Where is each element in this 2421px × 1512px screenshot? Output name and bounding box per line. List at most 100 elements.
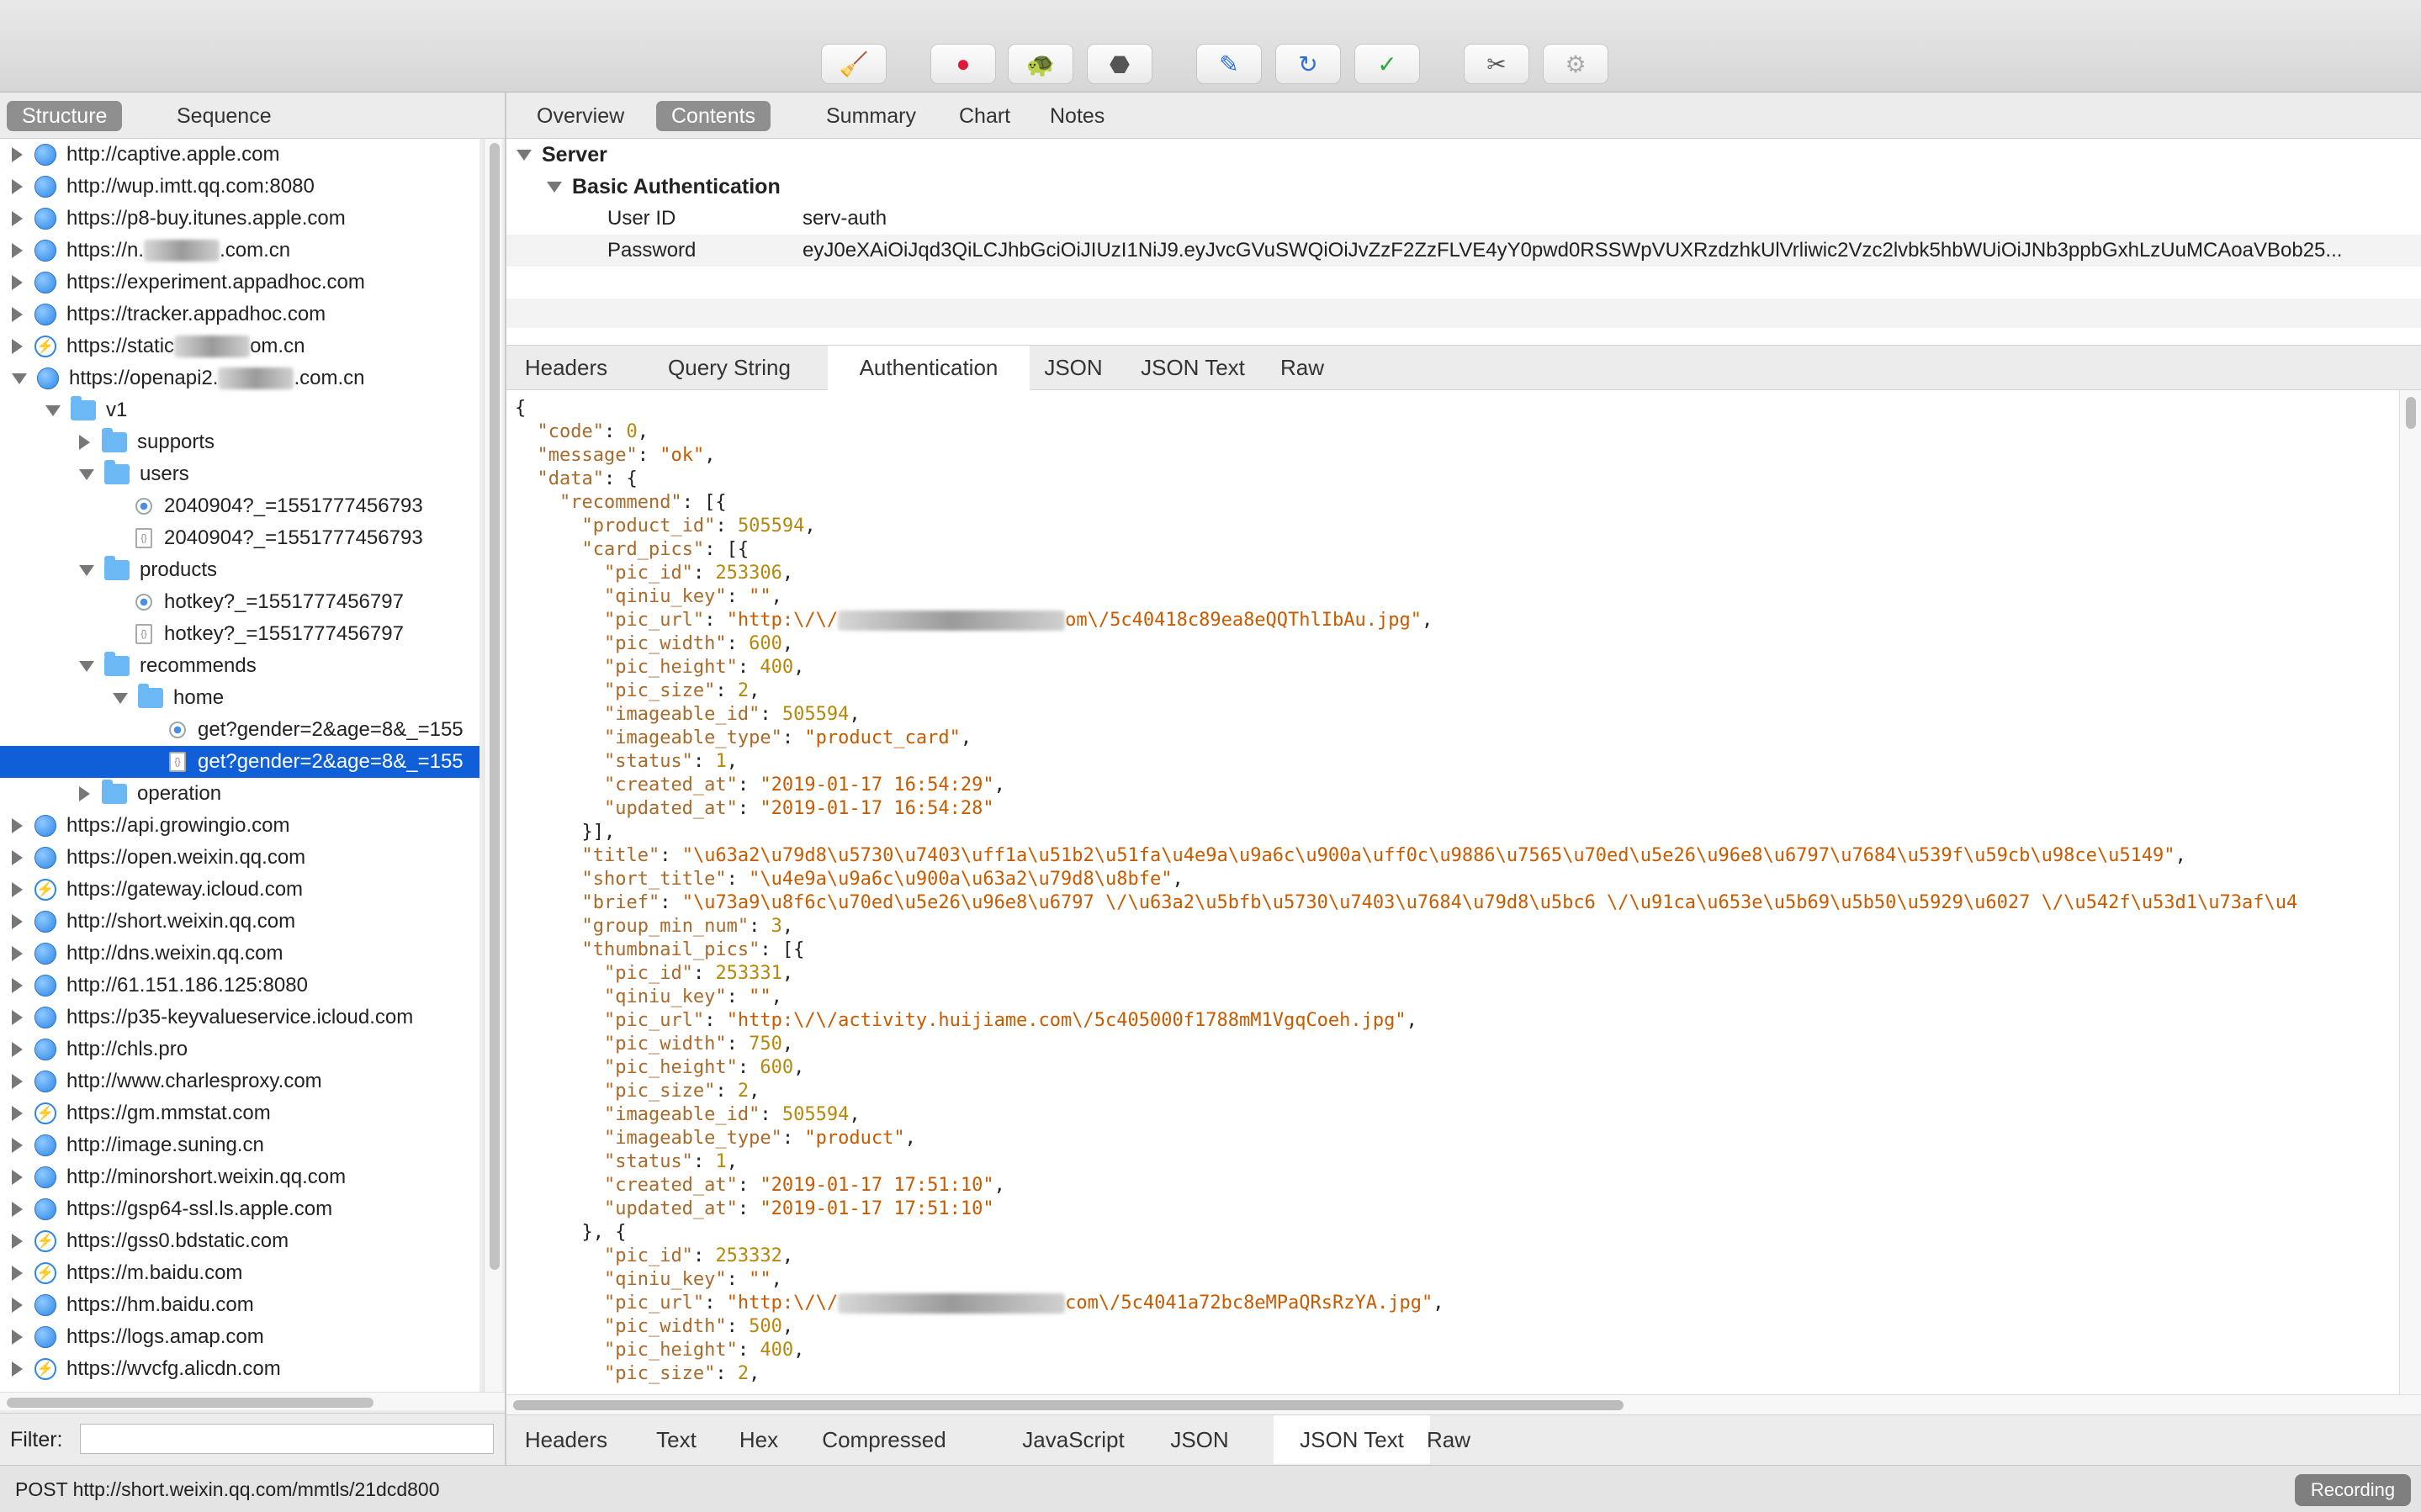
tab-chart[interactable]: Chart bbox=[944, 101, 1025, 131]
server-row[interactable]: Server bbox=[506, 139, 2421, 171]
host-row[interactable]: ⚡ https://m.baidu.com bbox=[0, 1257, 479, 1289]
tab-structure[interactable]: Structure bbox=[7, 101, 123, 131]
folder-row[interactable]: products bbox=[0, 554, 479, 586]
disclosure-closed-icon[interactable] bbox=[12, 1361, 23, 1377]
disclosure-closed-icon[interactable] bbox=[12, 339, 23, 354]
disclosure-open-icon[interactable] bbox=[113, 692, 128, 704]
folder-row[interactable]: operation bbox=[0, 778, 479, 810]
json-vertical-scroll-thumb[interactable] bbox=[2406, 397, 2416, 429]
host-row[interactable]: http://dns.weixin.qq.com bbox=[0, 938, 479, 970]
turtle-button[interactable]: 🐢 bbox=[1008, 44, 1073, 84]
check-button[interactable]: ✓ bbox=[1354, 44, 1420, 84]
request-tab-json-text[interactable]: JSON Text bbox=[1134, 346, 1252, 390]
stop-button[interactable]: ⬣ bbox=[1087, 44, 1152, 84]
auth-row-password[interactable]: Password eyJ0eXAiOiJqd3QiLCJhbGciOiJIUzI… bbox=[506, 235, 2421, 267]
host-row[interactable]: ⚡ https://gss0.bdstatic.com bbox=[0, 1225, 479, 1257]
disclosure-open-icon[interactable] bbox=[79, 564, 94, 576]
request-tab-json[interactable]: JSON bbox=[1031, 346, 1115, 390]
server-disclosure-icon[interactable] bbox=[517, 149, 532, 161]
folder-row[interactable]: recommends bbox=[0, 650, 479, 682]
request-row[interactable]: get?gender=2&age=8&_=155 bbox=[0, 714, 479, 746]
request-tab-headers[interactable]: Headers bbox=[506, 346, 626, 390]
disclosure-open-icon[interactable] bbox=[45, 404, 61, 416]
request-row[interactable]: {} get?gender=2&age=8&_=155 bbox=[0, 746, 479, 778]
request-row[interactable]: {} 2040904?_=1551777456793 bbox=[0, 522, 479, 554]
disclosure-open-icon[interactable] bbox=[12, 373, 27, 384]
response-tab-headers[interactable]: Headers bbox=[506, 1415, 626, 1464]
json-horizontal-scrollbar[interactable] bbox=[506, 1394, 2421, 1414]
host-row[interactable]: https://n. .com.cn bbox=[0, 235, 479, 267]
recording-button[interactable]: Recording bbox=[2295, 1474, 2411, 1506]
host-row[interactable]: http://61.151.186.125:8080 bbox=[0, 970, 479, 1002]
disclosure-closed-icon[interactable] bbox=[12, 1330, 23, 1345]
tab-contents[interactable]: Contents bbox=[656, 101, 771, 131]
request-row[interactable]: hotkey?_=1551777456797 bbox=[0, 586, 479, 618]
basic-auth-disclosure-icon[interactable] bbox=[547, 181, 562, 193]
tab-notes[interactable]: Notes bbox=[1035, 101, 1120, 131]
host-row[interactable]: https://experiment.appadhoc.com bbox=[0, 267, 479, 299]
disclosure-closed-icon[interactable] bbox=[79, 435, 90, 450]
response-tab-hex[interactable]: Hex bbox=[727, 1415, 791, 1464]
tab-summary[interactable]: Summary bbox=[811, 101, 931, 131]
tree-horizontal-scroll-thumb[interactable] bbox=[7, 1398, 373, 1408]
json-text-view[interactable]: { "code": 0, "message": "ok", "data": { … bbox=[506, 390, 2399, 1394]
disclosure-closed-icon[interactable] bbox=[12, 818, 23, 833]
disclosure-closed-icon[interactable] bbox=[12, 914, 23, 929]
host-row[interactable]: https://open.weixin.qq.com bbox=[0, 842, 479, 874]
host-row[interactable]: http://chls.pro bbox=[0, 1034, 479, 1065]
settings-button[interactable]: ⚙ bbox=[1543, 44, 1608, 84]
refresh-button[interactable]: ↻ bbox=[1275, 44, 1341, 84]
tree-horizontal-scrollbar[interactable] bbox=[0, 1392, 505, 1410]
disclosure-closed-icon[interactable] bbox=[12, 275, 23, 290]
disclosure-open-icon[interactable] bbox=[79, 660, 94, 672]
auth-row-user-id[interactable]: User ID serv-auth bbox=[506, 203, 2421, 235]
host-row[interactable]: http://captive.apple.com bbox=[0, 139, 479, 171]
request-tab-raw[interactable]: Raw bbox=[1269, 346, 1336, 390]
folder-row[interactable]: users bbox=[0, 458, 479, 490]
host-row[interactable]: http://minorshort.weixin.qq.com bbox=[0, 1161, 479, 1193]
disclosure-closed-icon[interactable] bbox=[12, 850, 23, 865]
folder-row[interactable]: home bbox=[0, 682, 479, 714]
response-tab-javascript[interactable]: JavaScript bbox=[1011, 1415, 1136, 1464]
disclosure-closed-icon[interactable] bbox=[12, 179, 23, 194]
host-row[interactable]: https://p8-buy.itunes.apple.com bbox=[0, 203, 479, 235]
request-row[interactable]: {} hotkey?_=1551777456797 bbox=[0, 618, 479, 650]
host-row[interactable]: http://image.suning.cn bbox=[0, 1129, 479, 1161]
response-tab-json-text[interactable]: JSON Text bbox=[1274, 1415, 1430, 1464]
disclosure-closed-icon[interactable] bbox=[12, 1170, 23, 1185]
record-button[interactable]: ● bbox=[930, 44, 996, 84]
request-row[interactable]: 2040904?_=1551777456793 bbox=[0, 490, 479, 522]
disclosure-closed-icon[interactable] bbox=[12, 1042, 23, 1057]
tab-overview[interactable]: Overview bbox=[522, 101, 639, 131]
response-tab-text[interactable]: Text bbox=[643, 1415, 710, 1464]
json-vertical-scrollbar[interactable] bbox=[2399, 390, 2421, 1394]
disclosure-closed-icon[interactable] bbox=[12, 211, 23, 226]
request-tab-query-string[interactable]: Query String bbox=[649, 346, 809, 390]
disclosure-closed-icon[interactable] bbox=[12, 243, 23, 258]
disclosure-closed-icon[interactable] bbox=[12, 1266, 23, 1281]
host-row[interactable]: https://p35-keyvalueservice.icloud.com bbox=[0, 1002, 479, 1034]
basic-auth-row[interactable]: Basic Authentication bbox=[506, 171, 2421, 203]
host-row[interactable]: ⚡ https://wvcfg.alicdn.com bbox=[0, 1353, 479, 1385]
host-row[interactable]: ⚡ https://static om.cn bbox=[0, 330, 479, 362]
disclosure-closed-icon[interactable] bbox=[12, 946, 23, 961]
response-tab-raw[interactable]: Raw bbox=[1418, 1415, 1479, 1464]
host-row[interactable]: ⚡ https://gateway.icloud.com bbox=[0, 874, 479, 906]
request-tab-authentication[interactable]: Authentication bbox=[828, 346, 1030, 390]
host-row[interactable]: http://short.weixin.qq.com bbox=[0, 906, 479, 938]
host-row[interactable]: https://tracker.appadhoc.com bbox=[0, 299, 479, 330]
disclosure-closed-icon[interactable] bbox=[12, 1234, 23, 1249]
folder-row[interactable]: supports bbox=[0, 426, 479, 458]
disclosure-closed-icon[interactable] bbox=[12, 1074, 23, 1089]
disclosure-closed-icon[interactable] bbox=[12, 1106, 23, 1121]
tools-button[interactable]: ✂ bbox=[1464, 44, 1529, 84]
filter-input[interactable] bbox=[80, 1424, 494, 1454]
response-tab-compressed[interactable]: Compressed bbox=[791, 1415, 977, 1464]
disclosure-closed-icon[interactable] bbox=[79, 786, 90, 801]
host-row[interactable]: http://www.charlesproxy.com bbox=[0, 1065, 479, 1097]
disclosure-closed-icon[interactable] bbox=[12, 307, 23, 322]
disclosure-closed-icon[interactable] bbox=[12, 1138, 23, 1153]
host-row[interactable]: ⚡ https://gm.mmstat.com bbox=[0, 1097, 479, 1129]
folder-row[interactable]: v1 bbox=[0, 394, 479, 426]
tree-vertical-scrollbar[interactable] bbox=[484, 139, 502, 1392]
